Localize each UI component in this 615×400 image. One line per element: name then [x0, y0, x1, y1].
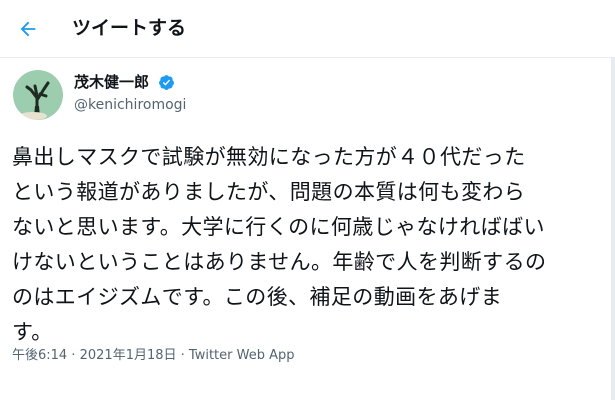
tweet-text-line: という報道がありましたが、問題の本質は何も変わら [12, 180, 526, 204]
tweet-header: ツイートする [0, 0, 615, 58]
meta-separator: · [176, 348, 189, 363]
tweet-text-line: 鼻出しマスクで試験が無効になった方が４０代だった [12, 145, 526, 169]
tweet-timestamp-time[interactable]: 午後6:14 [12, 348, 67, 363]
tweet-text-line: す。 [12, 320, 53, 344]
page-title: ツイートする [72, 17, 187, 39]
tweet-text: 鼻出しマスクで試験が無効になった方が４０代だった という報道がありましたが、問題… [12, 140, 612, 350]
author-handle[interactable]: @kenichiromogi [74, 96, 186, 114]
tweet-text-line: のはエイジズムです。この後、補足の動画をあげま [12, 285, 503, 309]
tweet-text-line: ないと思います。大学に行くのに何歳じゃなければばい [12, 215, 545, 239]
back-button[interactable] [10, 11, 46, 47]
avatar[interactable] [13, 70, 63, 120]
avatar-tree-illustration [13, 70, 63, 120]
tweet-source-app[interactable]: Twitter Web App [189, 348, 295, 363]
author-display-name[interactable]: 茂木健一郎 [74, 72, 149, 92]
tweet-metadata: 午後6:14 · 2021年1月18日 · Twitter Web App [12, 347, 295, 365]
verified-badge-icon [159, 75, 174, 90]
tweet-timestamp-date[interactable]: 2021年1月18日 [80, 348, 177, 363]
meta-separator: · [67, 348, 80, 363]
arrow-left-icon [20, 21, 36, 37]
tweet-text-line: けないということはありません。年齢で人を判断するの [12, 250, 547, 274]
